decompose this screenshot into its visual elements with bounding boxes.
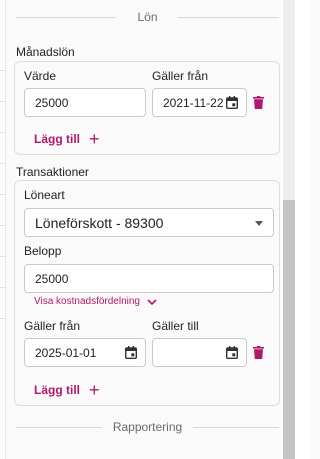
delete-trash-icon[interactable] [253, 96, 264, 109]
background-panel [0, 0, 6, 459]
amount-label: Belopp [24, 244, 62, 258]
value-label: Värde [24, 69, 57, 83]
tx-valid-to-label: Gäller till [152, 319, 199, 333]
tx-valid-to-date-field[interactable] [152, 338, 247, 367]
calendar-icon[interactable] [125, 346, 137, 359]
calendar-icon[interactable] [226, 346, 238, 359]
calendar-icon[interactable] [226, 96, 238, 109]
value-field[interactable]: 25000 [24, 88, 146, 117]
transactions-card: Löneart Löneförskott - 89300 Belopp 2500… [14, 180, 280, 406]
valid-from-date-field[interactable]: 2021-11-22 [152, 88, 247, 117]
plus-icon: + [89, 129, 100, 149]
add-transaction-button[interactable]: Lägg till + [34, 380, 100, 400]
transactions-title: Transaktioner [16, 165, 89, 179]
delete-trash-icon[interactable] [253, 346, 264, 359]
caret-down-icon [255, 221, 263, 226]
amount-field[interactable]: 25000 [24, 264, 274, 293]
plus-icon: + [89, 380, 100, 400]
salary-section-divider: Lön [16, 10, 279, 24]
show-cost-distribution-link[interactable]: Visa kostnadsfördelning [34, 296, 157, 307]
scrollbar-thumb[interactable] [283, 200, 295, 459]
chevron-down-icon [147, 298, 157, 305]
tx-valid-from-label: Gäller från [24, 319, 81, 333]
valid-from-label: Gäller från [152, 69, 209, 83]
monthly-salary-card: Värde 25000 Gäller från 2021-11-22 Lägg … [14, 61, 280, 155]
tx-valid-from-date-field[interactable]: 2025-01-01 [24, 338, 146, 367]
reporting-section-title: Rapportering [104, 420, 191, 434]
reporting-section-divider: Rapportering [16, 420, 279, 434]
salary-type-label: Löneart [24, 188, 65, 202]
salary-section-title: Lön [129, 10, 166, 24]
salary-type-select[interactable]: Löneförskott - 89300 [24, 208, 274, 237]
monthly-salary-title: Månadslön [16, 45, 75, 59]
add-salary-button[interactable]: Lägg till + [34, 129, 100, 149]
